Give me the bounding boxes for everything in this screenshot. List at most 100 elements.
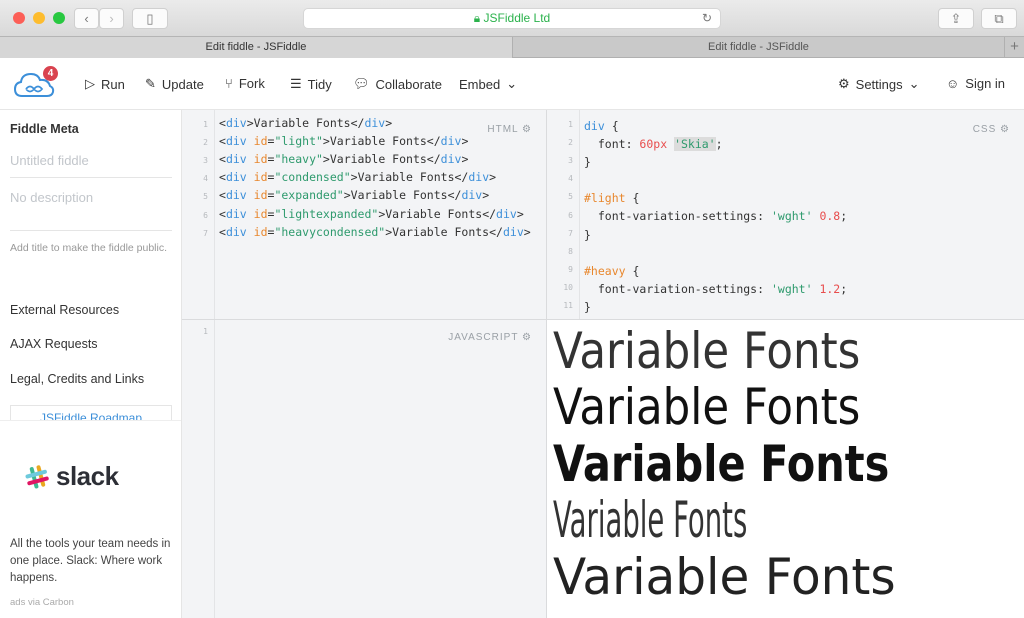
embed-dropdown[interactable]: Embed ⌄	[459, 76, 517, 92]
gear-icon[interactable]: ⚙	[1000, 124, 1010, 135]
settings-dropdown[interactable]: ⚙ Settings ⌄	[838, 76, 920, 92]
html-code-line: <div id="heavycondensed">Variable Fonts<…	[219, 224, 531, 239]
fork-label: Fork	[238, 76, 265, 91]
tidy-label: Tidy	[307, 76, 332, 92]
line-number: 7	[203, 228, 208, 238]
app-header: 4 ▷ Run ✎ Update ⑂ Fork ☰ Tidy 💬︎ Collaborate…	[0, 58, 1024, 110]
reload-icon[interactable]: ↻	[702, 9, 712, 28]
sidebar-item-legal[interactable]: Legal, Credits and Links	[10, 372, 144, 386]
sidebar-title: Fiddle Meta	[10, 122, 79, 136]
browser-titlebar: ‹ › ▯ 🔒︎ JSFiddle Ltd ↻ ⇪ ⧉	[0, 0, 1024, 36]
back-button[interactable]: ‹	[74, 8, 99, 29]
css-label-text: CSS	[972, 124, 997, 135]
html-code-line: <div id="heavy">Variable Fonts</div>	[219, 152, 469, 167]
line-number: 4	[203, 174, 208, 184]
collaborate-button[interactable]: 💬︎ Collaborate	[353, 76, 442, 92]
gear-icon[interactable]: ⚙	[522, 124, 532, 135]
close-window-button[interactable]	[13, 12, 25, 24]
collaborate-label: Collaborate	[375, 76, 443, 92]
ad-via[interactable]: ads via Carbon	[10, 597, 74, 608]
settings-label: Settings	[855, 76, 903, 92]
fiddle-description-input[interactable]: No description	[10, 190, 172, 231]
line-number: 1	[568, 120, 573, 129]
align-icon: ☰	[290, 76, 302, 91]
signin-label: Sign in	[965, 76, 1006, 91]
url-text: JSFiddle Ltd	[483, 11, 551, 25]
tab-active[interactable]: Edit fiddle - JSFiddle	[0, 37, 512, 58]
line-gutter: 1 2 3 4 5 6 7 8 9 10 11	[547, 110, 580, 319]
embed-label: Embed	[459, 76, 501, 92]
css-panel-label: CSS ⚙	[973, 124, 1010, 135]
chevron-down-icon: ⌄	[506, 76, 518, 91]
run-button[interactable]: ▷ Run	[85, 76, 125, 92]
share-button[interactable]: ⇪	[938, 8, 974, 29]
sidebar-toggle-button[interactable]: ▯	[132, 8, 168, 29]
line-number: 4	[568, 174, 573, 184]
sidebar: Fiddle Meta Untitled fiddle No descripti…	[0, 110, 182, 618]
js-panel-label: JAVASCRIPT ⚙	[448, 332, 532, 343]
ad-text: All the tools your team needs in one pla…	[10, 538, 171, 584]
fork-button[interactable]: ⑂ Fork	[225, 76, 265, 91]
gear-icon: ⚙	[838, 76, 850, 91]
zoom-window-button[interactable]	[53, 12, 65, 24]
css-editor[interactable]: 1 2 3 4 5 6 7 8 9 10 11 CSS ⚙ div { font: 60px 'Sk…	[547, 110, 1024, 320]
line-number: 10	[563, 282, 573, 292]
html-label-text: HTML	[487, 124, 519, 135]
carbon-ad[interactable]: slack All the tools your team needs in o…	[0, 420, 181, 618]
fiddle-title-input[interactable]: Untitled fiddle	[10, 153, 172, 178]
smiley-icon: ☺	[946, 76, 960, 91]
line-number: 2	[568, 138, 573, 148]
html-code-line: <div id="lightexpanded">Variable Fonts</…	[219, 206, 524, 221]
line-number: 5	[203, 192, 208, 202]
tab-inactive[interactable]: Edit fiddle - JSFiddle	[512, 37, 1004, 58]
html-code-line: <div>Variable Fonts</div>	[219, 116, 393, 130]
html-editor[interactable]: 1 2 3 4 5 6 7 HTML ⚙ <div>Variable Fonts</div>…	[182, 110, 547, 320]
slack-logo: slack	[24, 461, 119, 492]
line-number: 6	[203, 210, 208, 220]
html-code-line: <div id="light">Variable Fonts</div>	[219, 134, 469, 149]
minimize-window-button[interactable]	[33, 12, 45, 24]
line-number: 1	[203, 327, 208, 336]
css-code: div { font: 60px 'Skia'; } #light { font…	[584, 119, 848, 314]
html-code-line: <div id="condensed">Variable Fonts</div>	[219, 170, 497, 185]
html-panel-label: HTML ⚙	[487, 124, 532, 135]
gear-icon[interactable]: ⚙	[522, 332, 532, 343]
lock-icon: 🔒︎	[473, 11, 481, 25]
result-line-heavy: Variable Fonts	[553, 435, 890, 493]
tabs-overview-button[interactable]: ⧉	[981, 8, 1017, 29]
javascript-editor[interactable]: 1 JAVASCRIPT ⚙	[182, 320, 547, 618]
slack-wordmark: slack	[56, 461, 119, 491]
address-bar[interactable]: 🔒︎ JSFiddle Ltd ↻	[303, 8, 721, 29]
line-number: 7	[568, 228, 573, 238]
chat-icon: 💬︎	[353, 76, 370, 91]
update-button[interactable]: ✎ Update	[145, 76, 204, 92]
play-icon: ▷	[85, 76, 95, 91]
new-tab-button[interactable]: +	[1004, 37, 1024, 58]
forward-button[interactable]: ›	[99, 8, 124, 29]
fork-icon: ⑂	[225, 76, 233, 91]
roadmap-label: JSFiddle Roadmap	[39, 411, 143, 420]
slack-hash-icon	[25, 464, 49, 488]
line-number: 3	[568, 156, 573, 166]
line-number: 2	[203, 138, 208, 148]
line-number: 6	[568, 210, 573, 220]
public-hint: Add title to make the fiddle public.	[10, 242, 168, 254]
sidebar-item-external-resources[interactable]: External Resources	[10, 303, 119, 317]
result-line-condensed: Variable Fonts	[553, 491, 748, 549]
sign-in-button[interactable]: ☺ Sign in	[946, 76, 1005, 91]
tidy-button[interactable]: ☰ Tidy	[290, 76, 332, 92]
sidebar-item-ajax-requests[interactable]: AJAX Requests	[10, 337, 98, 351]
result-line-light: Variable Fonts	[553, 378, 861, 436]
roadmap-button[interactable]: JSFiddle Roadmap	[10, 405, 172, 420]
line-number: 9	[568, 264, 573, 274]
jsfiddle-logo[interactable]: 4	[13, 66, 58, 98]
line-number: 1	[203, 120, 208, 129]
update-label: Update	[161, 76, 204, 92]
pencil-icon: ✎	[145, 76, 156, 91]
line-number: 11	[563, 301, 573, 310]
result-panel: Variable Fonts Variable Fonts Variable F…	[547, 320, 1024, 618]
result-line-default: Variable Fonts	[553, 322, 861, 380]
js-label-text: JAVASCRIPT	[448, 332, 519, 343]
notification-badge: 4	[43, 66, 58, 81]
line-gutter: 1 2 3 4 5 6 7	[182, 110, 215, 319]
